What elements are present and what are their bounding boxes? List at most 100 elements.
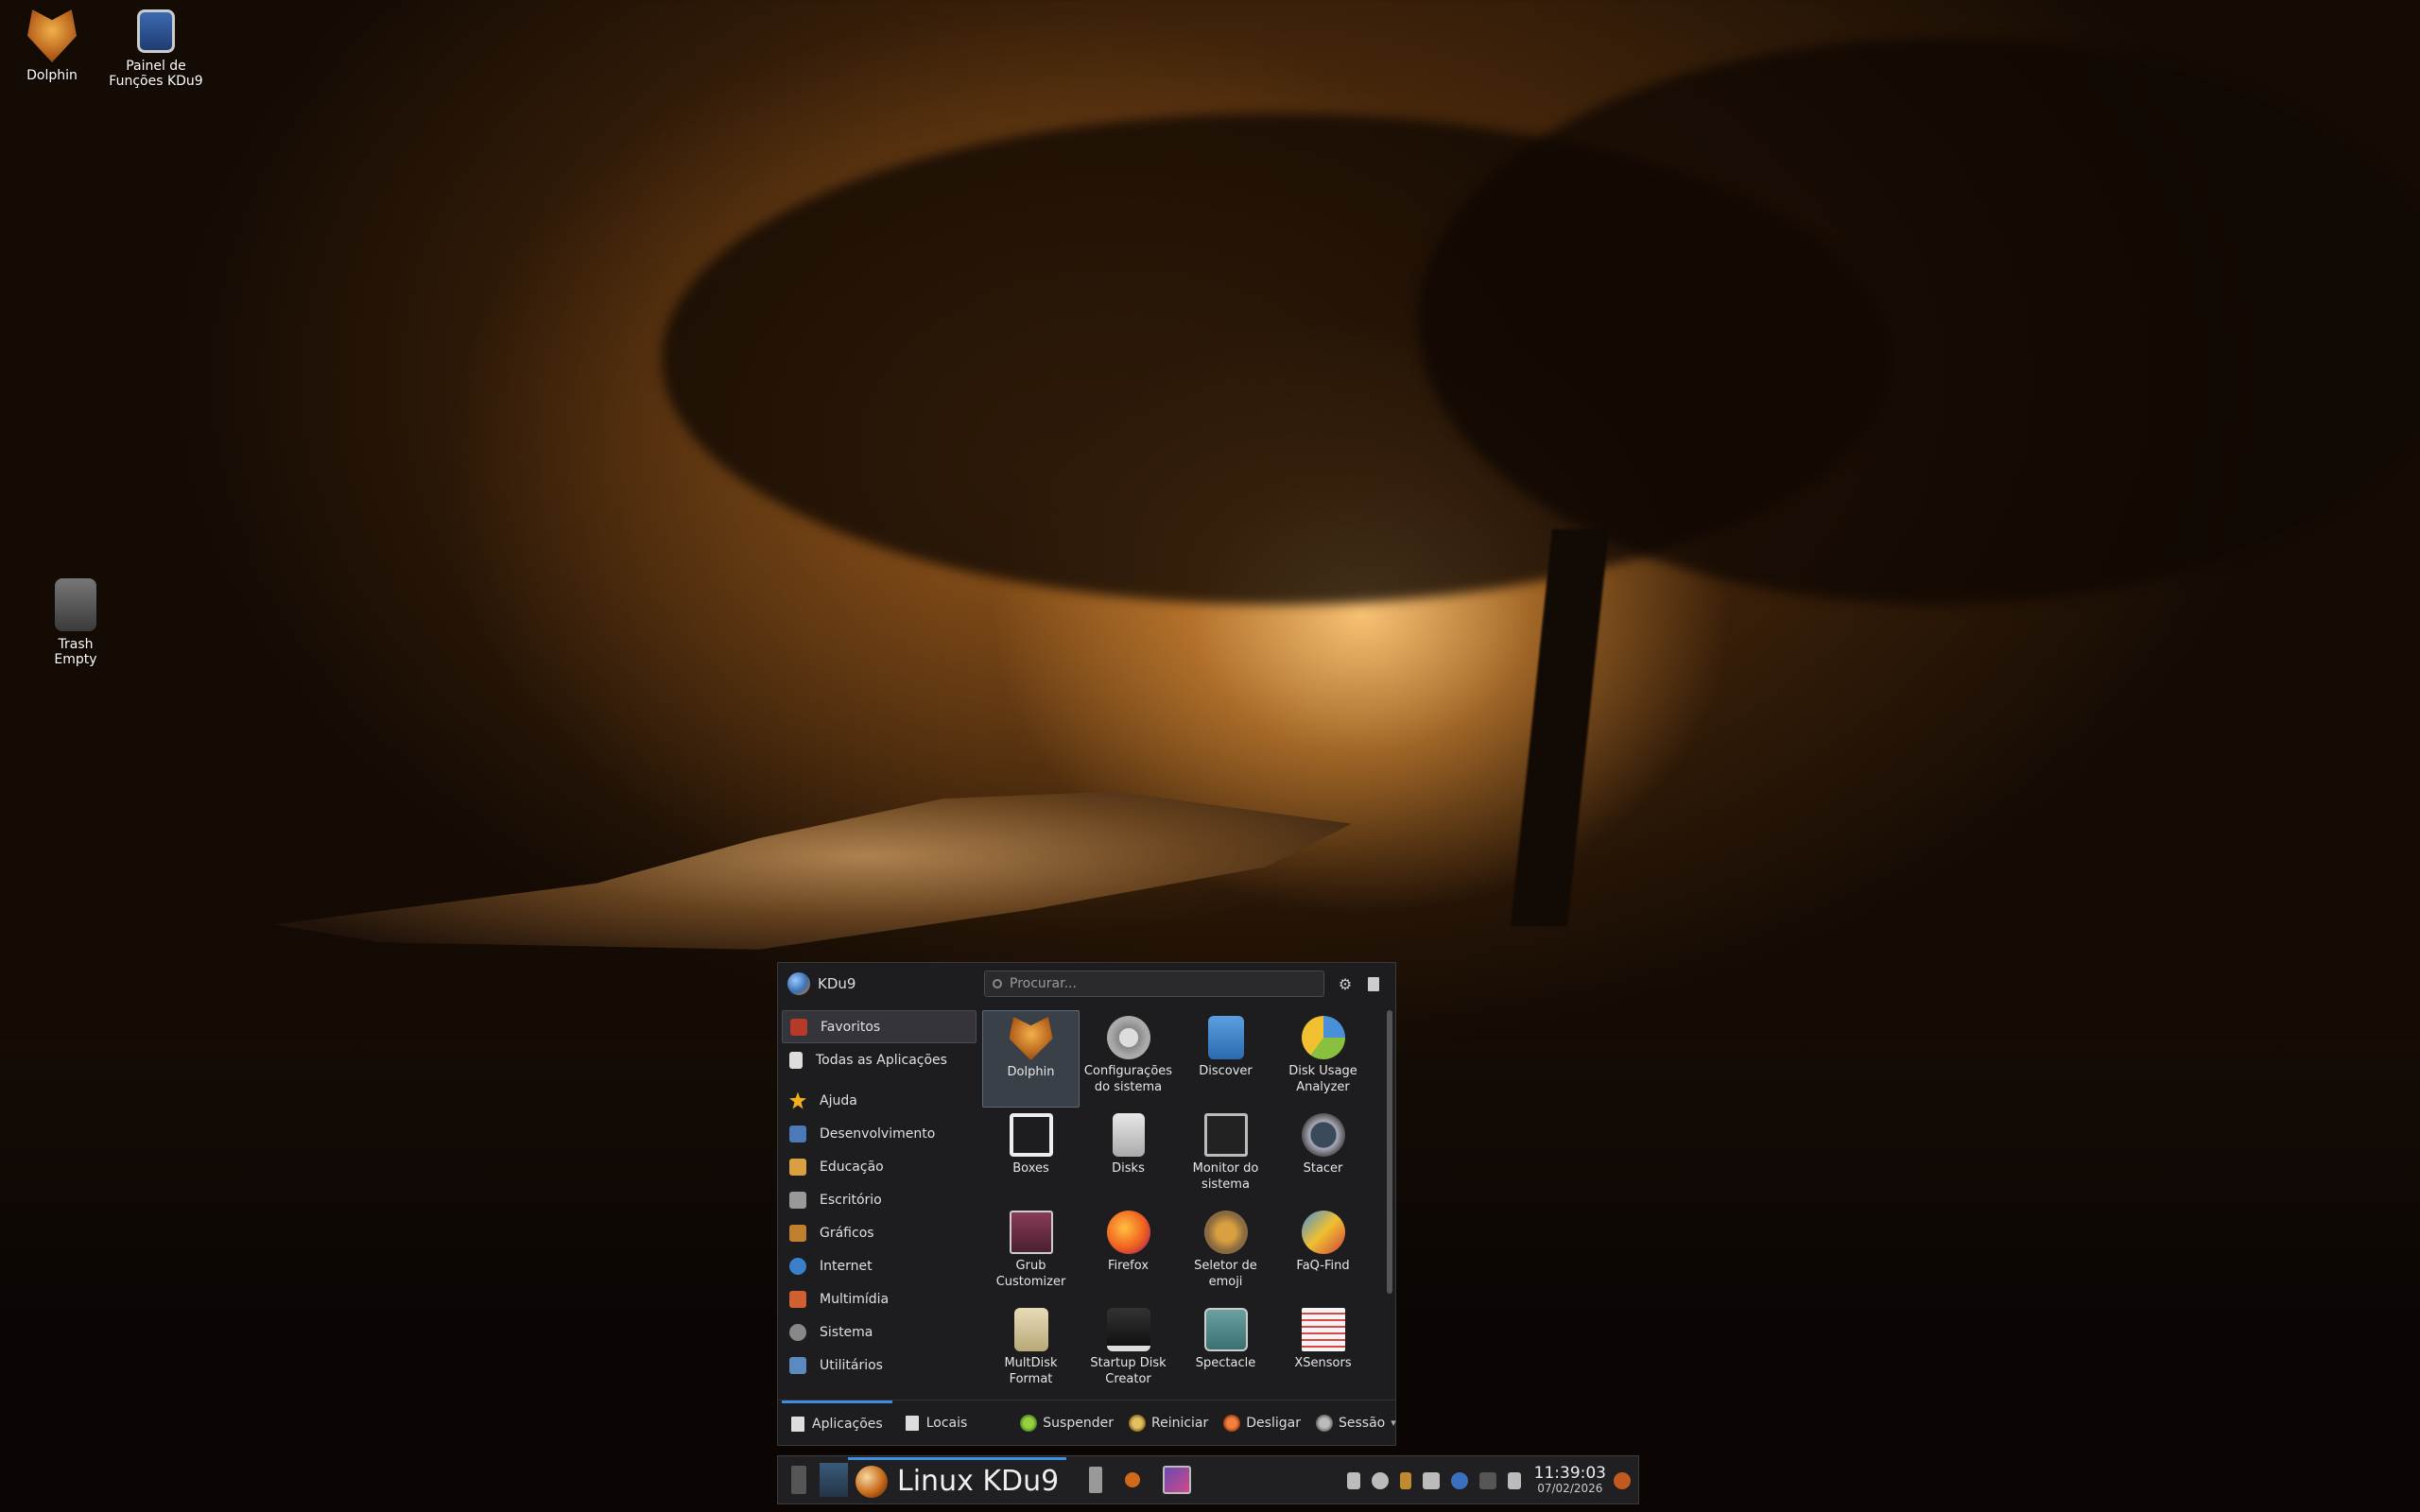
chevron-down-icon: ▾ <box>1391 1417 1396 1429</box>
taskbar: Linux KDu9 11:39:03 07/02/2026 <box>777 1455 1639 1504</box>
power-icon <box>1223 1414 1241 1432</box>
globe-icon <box>789 1257 806 1275</box>
desktop-icon-trash[interactable]: Trash Empty <box>19 578 132 667</box>
app-faq-find[interactable]: FaQ-Find <box>1274 1205 1372 1302</box>
clock-date: 07/02/2026 <box>1537 1482 1603 1495</box>
app-label: Spectacle <box>1195 1356 1256 1370</box>
graphics-icon <box>789 1224 806 1242</box>
taskbar-app-1[interactable] <box>1089 1461 1103 1499</box>
category-label: Educação <box>820 1159 884 1175</box>
taskbar-app-dolphin[interactable] <box>1125 1461 1141 1499</box>
app-label: Dolphin <box>1007 1065 1055 1079</box>
app-spectacle[interactable]: Spectacle <box>1177 1302 1274 1400</box>
category-graficos[interactable]: Gráficos <box>782 1216 977 1249</box>
app-label: FaQ-Find <box>1296 1259 1350 1273</box>
boxes-icon <box>1009 1113 1053 1157</box>
category-ajuda[interactable]: Ajuda <box>782 1084 977 1117</box>
printer-icon[interactable] <box>1422 1472 1440 1489</box>
taskbar-pager-button[interactable] <box>791 1461 806 1499</box>
category-label: Favoritos <box>821 1019 881 1035</box>
category-utilitarios[interactable]: Utilitários <box>782 1349 977 1382</box>
shutdown-button[interactable]: Desligar <box>1223 1414 1301 1432</box>
desktop-icon-painel[interactable]: Painel de Funções KDu9 <box>99 9 213 89</box>
app-grub[interactable]: Grub Customizer <box>982 1205 1080 1302</box>
power-icon[interactable] <box>1614 1472 1631 1489</box>
app-label: Firefox <box>1107 1259 1150 1273</box>
category-multimidia[interactable]: Multimídia <box>782 1282 977 1315</box>
app-firefox[interactable]: Firefox <box>1080 1205 1177 1302</box>
xsensors-icon <box>1301 1308 1345 1351</box>
app-configuracoes[interactable]: Configurações do sistema <box>1080 1010 1177 1108</box>
clipboard-icon[interactable] <box>1346 1472 1360 1489</box>
search-placeholder: Procurar... <box>1010 976 1077 991</box>
category-separator <box>782 1076 977 1084</box>
category-internet[interactable]: Internet <box>782 1249 977 1282</box>
category-label: Todas as Aplicações <box>816 1052 947 1068</box>
configure-button[interactable]: ⚙ <box>1334 972 1357 995</box>
app-multdisk[interactable]: MultDisk Format <box>982 1302 1080 1400</box>
disks-icon <box>1112 1113 1145 1157</box>
taskbar-app-monitor[interactable] <box>1163 1461 1192 1499</box>
category-desenvolvimento[interactable]: Desenvolvimento <box>782 1117 977 1150</box>
development-icon <box>789 1125 806 1143</box>
discover-icon <box>1207 1016 1244 1059</box>
category-label: Utilitários <box>820 1357 883 1373</box>
document-icon <box>1368 976 1379 991</box>
app-emoji[interactable]: Seletor de emoji <box>1177 1205 1274 1302</box>
grid-scrollbar[interactable] <box>1387 1010 1392 1294</box>
application-launcher-button[interactable]: Linux KDu9 <box>848 1457 1067 1503</box>
disc-icon[interactable] <box>1371 1472 1389 1489</box>
app-label: Discover <box>1199 1064 1253 1078</box>
app-label: Startup Disk Creator <box>1090 1356 1167 1386</box>
tab-label: Aplicações <box>812 1417 883 1432</box>
category-favoritos[interactable]: Favoritos <box>782 1010 977 1043</box>
volume-icon[interactable] <box>1478 1472 1496 1489</box>
category-sidebar: Favoritos Todas as Aplicações Ajuda Dese… <box>782 1010 977 1382</box>
kdu9-logo-icon <box>856 1465 888 1498</box>
notes-icon[interactable] <box>1507 1472 1521 1489</box>
system-tray: 11:39:03 07/02/2026 <box>1336 1456 1631 1505</box>
category-sistema[interactable]: Sistema <box>782 1315 977 1349</box>
stacer-icon <box>1301 1113 1345 1157</box>
category-escritorio[interactable]: Escritório <box>782 1183 977 1216</box>
app-disk-usage[interactable]: Disk Usage Analyzer <box>1274 1010 1372 1108</box>
document-icon <box>905 1415 919 1431</box>
app-dolphin[interactable]: Dolphin <box>982 1010 1080 1108</box>
tab-aplicacoes[interactable]: Aplicações <box>782 1400 892 1446</box>
category-todas[interactable]: Todas as Aplicações <box>782 1043 977 1076</box>
category-educacao[interactable]: Educação <box>782 1150 977 1183</box>
tab-locais[interactable]: Locais <box>896 1400 977 1446</box>
app-boxes[interactable]: Boxes <box>982 1108 1080 1205</box>
network-icon[interactable] <box>1450 1472 1468 1489</box>
app-disks[interactable]: Disks <box>1080 1108 1177 1205</box>
taskbar-desktop-button[interactable] <box>820 1461 848 1499</box>
app-label: Seletor de emoji <box>1194 1259 1257 1289</box>
virtual-desktop-icon <box>820 1463 848 1497</box>
search-input[interactable]: Procurar... <box>984 971 1324 997</box>
restart-label: Reiniciar <box>1150 1415 1209 1431</box>
app-monitor[interactable]: Monitor do sistema <box>1177 1108 1274 1205</box>
category-label: Ajuda <box>820 1092 857 1108</box>
settings-icon <box>1106 1016 1150 1059</box>
suspend-button[interactable]: Suspender <box>1020 1414 1114 1432</box>
launcher-label: Linux KDu9 <box>897 1465 1060 1498</box>
session-button[interactable]: Sessão ▾ <box>1315 1414 1396 1432</box>
app-stacer[interactable]: Stacer <box>1274 1108 1372 1205</box>
shutdown-label: Desligar <box>1246 1415 1301 1431</box>
user-name: KDu9 <box>818 975 856 992</box>
digital-clock[interactable]: 11:39:03 07/02/2026 <box>1534 1466 1606 1496</box>
restart-button[interactable]: Reiniciar <box>1128 1414 1209 1432</box>
pin-button[interactable] <box>1362 972 1385 995</box>
wallpaper-tree-canopy-right <box>1418 38 2420 605</box>
trash-icon <box>55 578 96 631</box>
app-startup-disk[interactable]: Startup Disk Creator <box>1080 1302 1177 1400</box>
sensor-icon[interactable] <box>1399 1472 1411 1489</box>
session-icon <box>1315 1414 1333 1432</box>
user-info: KDu9 <box>787 972 977 995</box>
app-discover[interactable]: Discover <box>1177 1010 1274 1108</box>
app-xsensors[interactable]: XSensors <box>1274 1302 1372 1400</box>
suspend-label: Suspender <box>1043 1415 1114 1431</box>
app-label: MultDisk Format <box>1004 1356 1058 1386</box>
desktop-icon-dolphin[interactable]: Dolphin <box>0 9 109 83</box>
desktop-icon-label: Dolphin <box>26 68 78 83</box>
